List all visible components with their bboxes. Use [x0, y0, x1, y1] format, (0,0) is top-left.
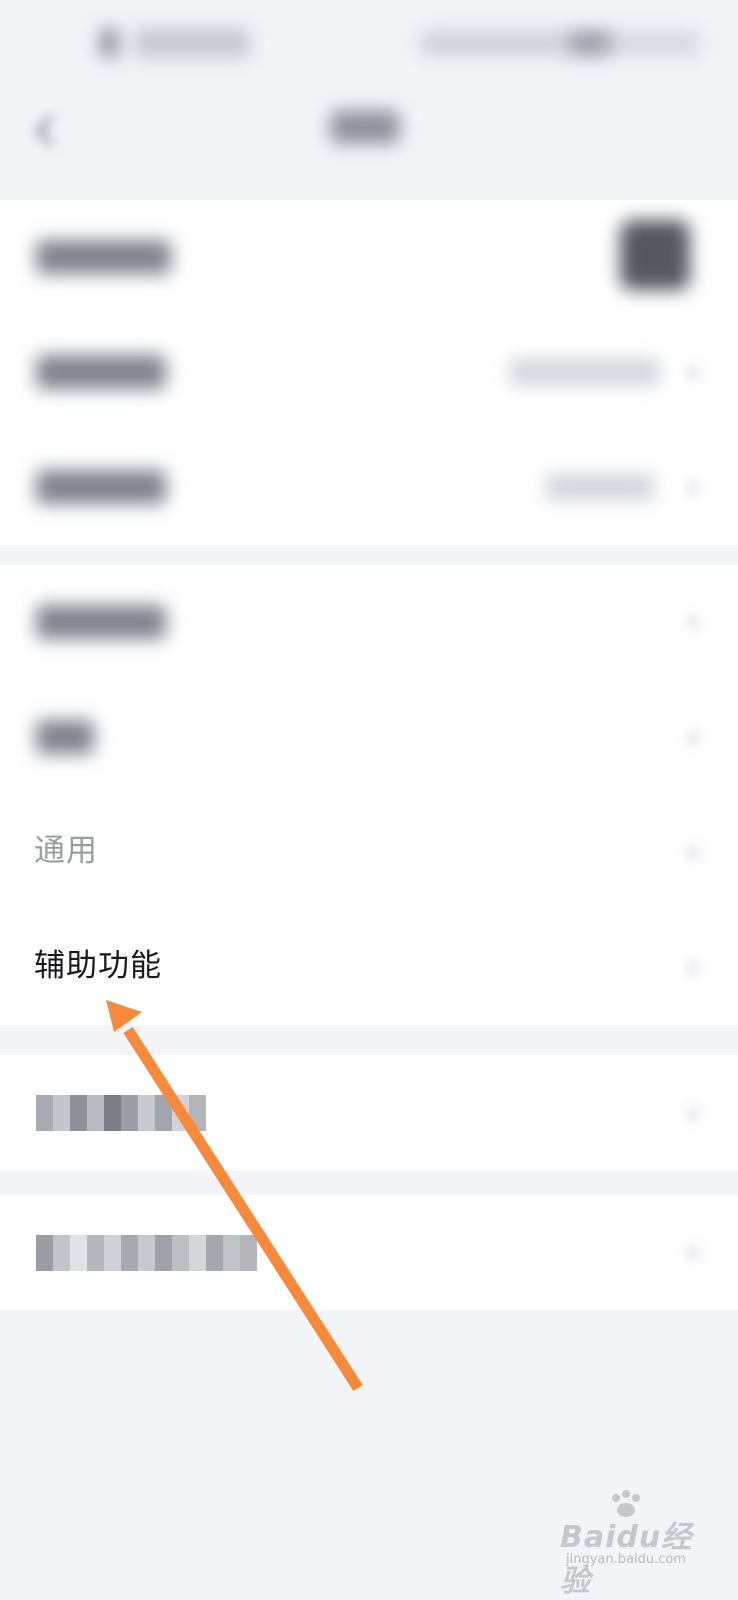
baidu-watermark: Baidu经验 jingyan.baidu.com — [560, 1490, 710, 1599]
settings-row-accessibility[interactable]: 辅助功能 — [0, 910, 738, 1025]
row-value-obscured — [510, 359, 660, 385]
settings-row-obscured-3[interactable] — [0, 430, 738, 545]
settings-card-account — [0, 200, 738, 545]
row-label-obscured — [36, 355, 166, 389]
chevron-left-icon — [35, 115, 67, 147]
row-label-obscured — [36, 720, 94, 754]
settings-row-avatar[interactable] — [0, 200, 738, 315]
status-bar — [0, 0, 738, 90]
settings-row-pixelated-1[interactable] — [0, 1055, 738, 1170]
chevron-right-icon — [688, 365, 698, 381]
watermark-site-text: jingyan.baidu.com — [566, 1552, 686, 1567]
chevron-right-icon — [688, 960, 698, 976]
row-label-obscured — [36, 240, 171, 274]
general-label: 通用 — [34, 833, 98, 869]
chevron-right-icon — [688, 845, 698, 861]
page-title-obscured — [330, 110, 400, 144]
settings-card-preferences: 通用 辅助功能 — [0, 565, 738, 1025]
row-label-pixelated — [36, 1095, 206, 1131]
row-label-obscured — [36, 470, 166, 504]
settings-row-general[interactable]: 通用 — [0, 795, 738, 910]
chevron-right-icon — [688, 1245, 698, 1261]
row-label-obscured — [36, 605, 166, 639]
settings-row-obscured-2[interactable] — [0, 315, 738, 430]
settings-card-obscured-a — [0, 1055, 738, 1170]
status-bar-right-obscured — [420, 30, 700, 56]
nav-bar — [0, 90, 738, 190]
settings-row-obscured-5[interactable] — [0, 680, 738, 795]
settings-row-pixelated-2[interactable] — [0, 1195, 738, 1310]
back-button[interactable] — [28, 112, 68, 152]
row-value-obscured — [545, 474, 655, 500]
row-label-pixelated — [36, 1235, 257, 1271]
accessibility-label: 辅助功能 — [34, 948, 162, 984]
avatar — [620, 220, 690, 290]
settings-row-obscured-4[interactable] — [0, 565, 738, 680]
chevron-right-icon — [688, 1105, 698, 1121]
chevron-right-icon — [688, 480, 698, 496]
chevron-right-icon — [688, 615, 698, 631]
status-bar-left-obscured — [100, 28, 250, 58]
settings-card-obscured-b — [0, 1195, 738, 1310]
chevron-right-icon — [688, 730, 698, 746]
